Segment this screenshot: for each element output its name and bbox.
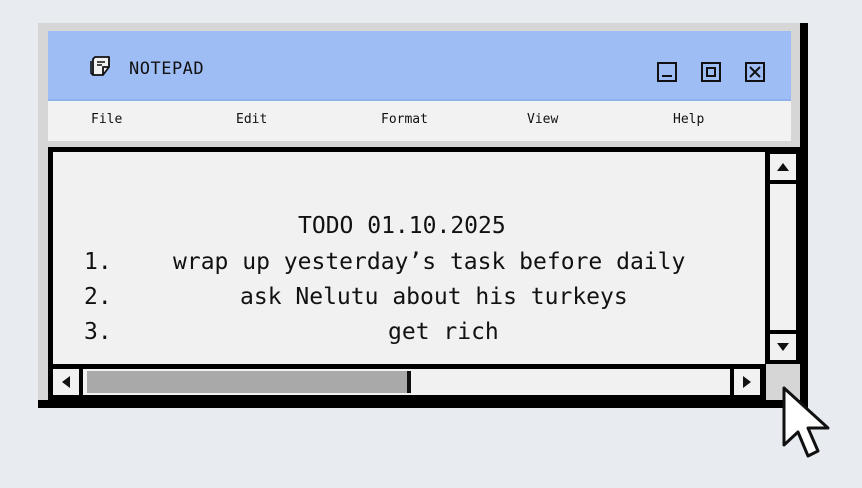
title-bar[interactable]: NOTEPAD xyxy=(48,31,791,101)
notepad-icon xyxy=(90,56,110,76)
menu-bar: File Edit Format View Help xyxy=(48,101,791,141)
window-title: NOTEPAD xyxy=(129,59,205,79)
item-number: 3. xyxy=(84,319,112,345)
item-text: wrap up yesterday’s task before daily xyxy=(173,249,686,275)
item-text: get rich xyxy=(388,319,499,345)
close-button[interactable] xyxy=(745,62,765,82)
menu-file[interactable]: File xyxy=(91,112,122,127)
scroll-up-icon xyxy=(777,163,789,171)
item-number: 1. xyxy=(84,249,112,275)
scroll-left-button[interactable] xyxy=(53,369,79,395)
scroll-left-icon xyxy=(62,376,70,388)
item-text: ask Nelutu about his turkeys xyxy=(240,284,628,310)
minimize-icon xyxy=(662,75,672,77)
minimize-button[interactable] xyxy=(657,62,677,82)
close-icon xyxy=(749,66,761,78)
todo-heading: TODO 01.10.2025 xyxy=(298,213,506,239)
scroll-up-button[interactable] xyxy=(770,154,796,180)
item-number: 2. xyxy=(84,284,112,310)
vertical-scroll-track[interactable] xyxy=(770,184,796,330)
menu-help[interactable]: Help xyxy=(673,112,704,127)
text-area[interactable]: TODO 01.10.2025 1. wrap up yesterday’s t… xyxy=(53,152,765,364)
scroll-down-icon xyxy=(777,343,789,351)
scroll-right-icon xyxy=(743,376,751,388)
mouse-pointer-icon xyxy=(782,386,830,458)
horizontal-scroll-thumb[interactable] xyxy=(87,371,411,393)
maximize-icon xyxy=(706,67,716,77)
scroll-right-button[interactable] xyxy=(734,369,760,395)
notepad-window: NOTEPAD File Edit Format View Help TODO … xyxy=(38,23,800,400)
menu-edit[interactable]: Edit xyxy=(236,112,267,127)
menu-view[interactable]: View xyxy=(527,112,558,127)
scroll-down-button[interactable] xyxy=(770,334,796,360)
menu-format[interactable]: Format xyxy=(381,112,428,127)
maximize-button[interactable] xyxy=(701,62,721,82)
